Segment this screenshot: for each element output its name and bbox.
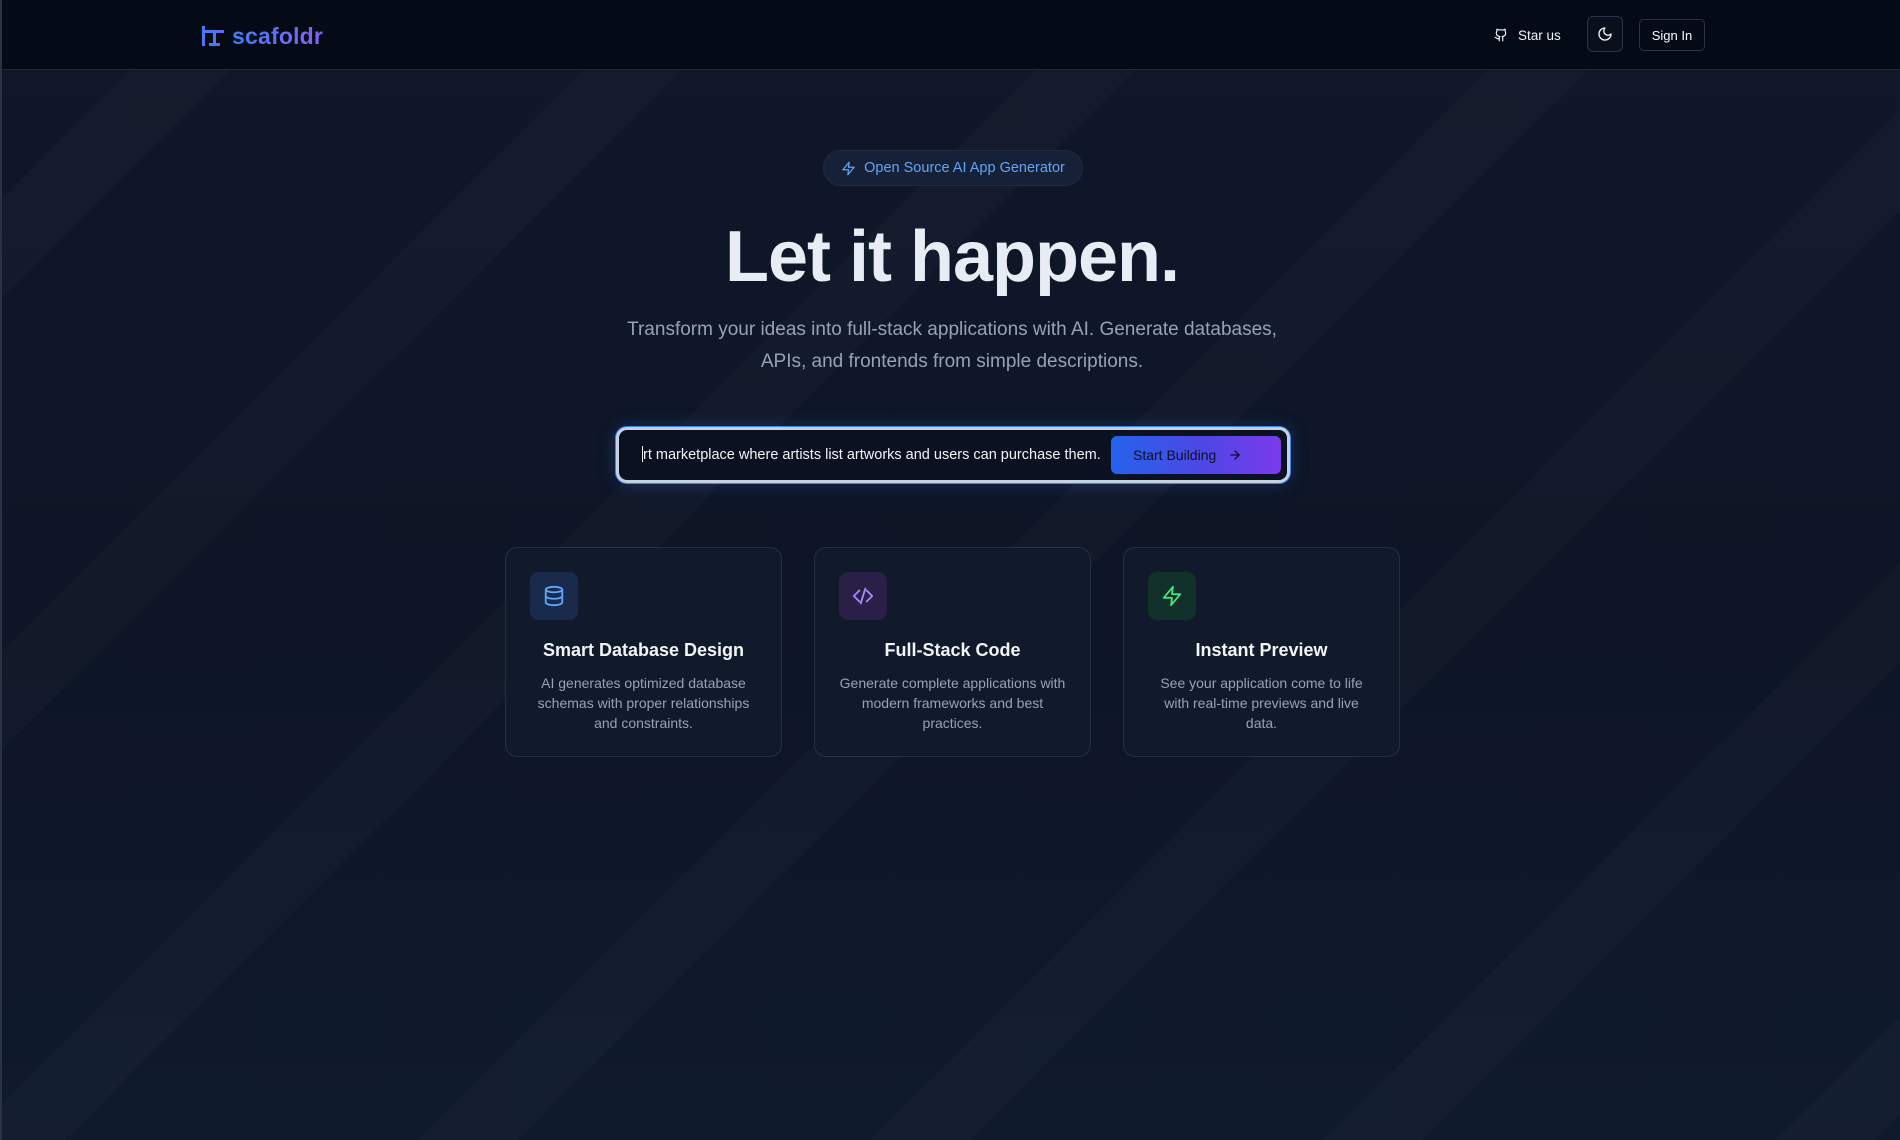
feature-title: Instant Preview xyxy=(1195,640,1328,660)
top-nav: scafoldr Star us Sign In xyxy=(2,0,1900,70)
scaffold-logo-icon xyxy=(202,26,224,46)
logo-text: scafoldr xyxy=(232,22,324,49)
theme-toggle-button[interactable] xyxy=(1587,16,1623,52)
hero-subtitle: Transform your ideas into full-stack app… xyxy=(627,319,1277,372)
arrow-right-icon xyxy=(1230,450,1241,460)
start-building-button[interactable]: Start Building xyxy=(1111,436,1281,474)
sign-in-button[interactable]: Sign In xyxy=(1639,19,1705,51)
code-icon xyxy=(839,572,887,620)
hero-badge-label: Open Source AI App Generator xyxy=(864,160,1065,176)
moon-icon xyxy=(1598,27,1612,41)
prompt-box: rt marketplace where artists list artwor… xyxy=(616,427,1290,483)
feature-card-database: Smart Database Design AI generates optim… xyxy=(505,547,782,757)
star-us-label: Star us xyxy=(1518,27,1561,43)
feature-title: Smart Database Design xyxy=(542,640,745,660)
star-us-button[interactable]: Star us xyxy=(1482,18,1572,52)
hero-title: Let it happen. xyxy=(725,217,1180,297)
start-building-label: Start Building xyxy=(1133,447,1217,463)
logo[interactable]: scafoldr xyxy=(200,20,323,52)
feature-description: See your application come to life with r… xyxy=(1160,675,1363,731)
feature-description: Generate complete applications with mode… xyxy=(839,675,1066,731)
feature-description: AI generates optimized database schemas … xyxy=(537,675,750,731)
hero-badge: Open Source AI App Generator xyxy=(823,150,1083,186)
prompt-input[interactable]: rt marketplace where artists list artwor… xyxy=(642,430,1112,480)
feature-card-preview: Instant Preview See your application com… xyxy=(1123,547,1400,757)
feature-title: Full-Stack Code xyxy=(884,640,1021,660)
github-icon xyxy=(1494,28,1507,42)
lightning-icon xyxy=(1148,572,1196,620)
page: scafoldr Star us Sign In Open Source AI … xyxy=(0,0,1900,1140)
lightning-icon xyxy=(842,161,855,175)
database-icon xyxy=(530,572,578,620)
feature-card-code: Full-Stack Code Generate complete applic… xyxy=(814,547,1091,757)
